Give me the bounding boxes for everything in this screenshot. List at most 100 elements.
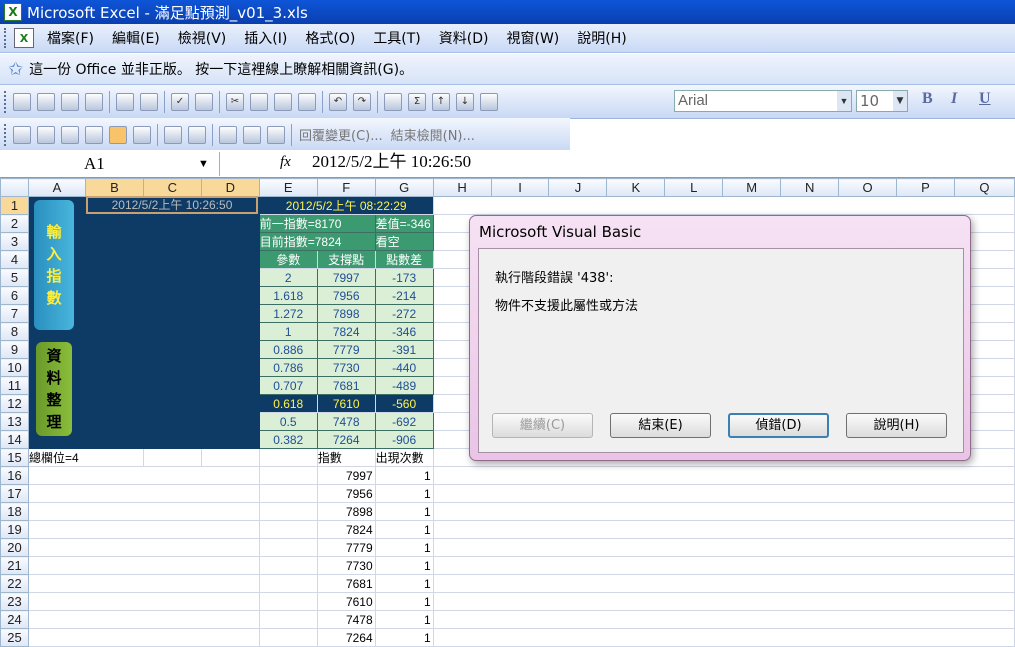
cell[interactable] bbox=[258, 502, 318, 521]
reviewing-icon-8[interactable] bbox=[188, 125, 206, 144]
cell[interactable]: 7779 bbox=[316, 340, 376, 359]
select-all-corner[interactable] bbox=[0, 178, 29, 197]
cell[interactable] bbox=[200, 448, 260, 467]
chevron-down-icon[interactable]: ▼ bbox=[893, 91, 907, 111]
sort-descending-icon[interactable]: ↓ bbox=[456, 92, 474, 111]
cell[interactable]: 7997 bbox=[316, 268, 376, 287]
underline-icon[interactable]: U bbox=[979, 90, 991, 108]
cell[interactable]: 1 bbox=[374, 610, 434, 629]
fx-icon[interactable]: fx bbox=[280, 154, 291, 171]
row-header[interactable]: 10 bbox=[0, 358, 29, 377]
reviewing-icon-5[interactable] bbox=[109, 125, 127, 144]
column-header[interactable]: F bbox=[316, 178, 376, 197]
cell[interactable] bbox=[27, 466, 260, 485]
cell[interactable] bbox=[258, 520, 318, 539]
reply-changes-button[interactable]: 回覆變更(C)... bbox=[299, 125, 383, 144]
column-header[interactable]: N bbox=[780, 178, 840, 197]
cell[interactable]: 1.272 bbox=[258, 304, 318, 323]
cell[interactable]: 7681 bbox=[316, 574, 376, 593]
row-header[interactable]: 12 bbox=[0, 394, 29, 413]
row-header[interactable]: 3 bbox=[0, 232, 29, 251]
cell[interactable]: 7898 bbox=[316, 502, 376, 521]
cell-count-header[interactable]: 出現次數 bbox=[374, 448, 434, 467]
cell[interactable] bbox=[258, 574, 318, 593]
cell-index-header[interactable]: 指數 bbox=[316, 448, 376, 467]
cell[interactable] bbox=[258, 628, 318, 647]
cell[interactable]: -440 bbox=[374, 358, 434, 377]
cell[interactable] bbox=[258, 538, 318, 557]
paste-icon[interactable] bbox=[274, 92, 292, 111]
cell[interactable]: 1 bbox=[374, 556, 434, 575]
open-icon[interactable] bbox=[37, 92, 55, 111]
cell[interactable]: 7956 bbox=[316, 286, 376, 305]
cell[interactable]: 7898 bbox=[316, 304, 376, 323]
row-header[interactable]: 25 bbox=[0, 628, 29, 647]
row-header[interactable]: 1 bbox=[0, 196, 29, 215]
cell[interactable]: -346 bbox=[374, 322, 434, 341]
row-header[interactable]: 23 bbox=[0, 592, 29, 611]
menu-file[interactable]: 檔案(F) bbox=[38, 28, 103, 48]
cell[interactable]: 1 bbox=[374, 592, 434, 611]
row-header[interactable]: 9 bbox=[0, 340, 29, 359]
name-box[interactable]: A1 ▼ bbox=[2, 152, 220, 176]
cell-trend[interactable]: 看空 bbox=[374, 232, 434, 251]
row-header[interactable]: 14 bbox=[0, 430, 29, 449]
reviewing-icon-3[interactable] bbox=[61, 125, 79, 144]
chevron-down-icon[interactable]: ▼ bbox=[198, 152, 209, 176]
cell[interactable]: 0.886 bbox=[258, 340, 318, 359]
cell[interactable] bbox=[27, 574, 260, 593]
cell[interactable] bbox=[258, 610, 318, 629]
row-header[interactable]: 2 bbox=[0, 214, 29, 233]
cell[interactable] bbox=[258, 448, 318, 467]
column-header[interactable]: M bbox=[722, 178, 782, 197]
cell[interactable] bbox=[432, 466, 1015, 485]
column-header[interactable]: K bbox=[606, 178, 666, 197]
cell[interactable]: 7730 bbox=[316, 358, 376, 377]
cell[interactable] bbox=[258, 466, 318, 485]
end-button[interactable]: 結束(E) bbox=[610, 413, 711, 438]
header-cell-support[interactable]: 支撐點 bbox=[316, 250, 376, 269]
cell[interactable]: 1 bbox=[258, 322, 318, 341]
cell[interactable]: 7264 bbox=[316, 628, 376, 647]
row-header[interactable]: 24 bbox=[0, 610, 29, 629]
row-header[interactable]: 17 bbox=[0, 484, 29, 503]
cell-diff[interactable]: 差值=-346 bbox=[374, 214, 434, 233]
cell[interactable]: 0.382 bbox=[258, 430, 318, 449]
cell[interactable] bbox=[432, 628, 1015, 647]
genuine-office-infobar[interactable]: ✩ 這一份 Office 並非正版。 按一下這裡線上瞭解相關資訊(G)。 bbox=[0, 54, 1015, 85]
column-header[interactable]: O bbox=[838, 178, 898, 197]
spelling-icon[interactable]: ✓ bbox=[171, 92, 189, 111]
cell[interactable] bbox=[27, 556, 260, 575]
cell[interactable] bbox=[432, 484, 1015, 503]
help-button[interactable]: 說明(H) bbox=[846, 413, 947, 438]
print-icon[interactable] bbox=[116, 92, 134, 111]
row-header[interactable]: 18 bbox=[0, 502, 29, 521]
font-name-select[interactable]: Arial ▼ bbox=[674, 90, 852, 112]
cell[interactable]: 7681 bbox=[316, 376, 376, 395]
row-header[interactable]: 13 bbox=[0, 412, 29, 431]
cell[interactable] bbox=[27, 592, 260, 611]
column-header[interactable]: C bbox=[142, 178, 202, 197]
cell[interactable] bbox=[27, 538, 260, 557]
cell[interactable]: 7956 bbox=[316, 484, 376, 503]
chart-wizard-icon[interactable] bbox=[480, 92, 498, 111]
cell-e1-time[interactable]: 2012/5/2上午 08:22:29 bbox=[258, 196, 434, 215]
cell[interactable]: 7610 bbox=[316, 592, 376, 611]
reviewing-icon-10[interactable] bbox=[243, 125, 261, 144]
cell-highlight[interactable]: -560 bbox=[374, 394, 434, 413]
menu-view[interactable]: 檢視(V) bbox=[169, 28, 236, 48]
menu-tools[interactable]: 工具(T) bbox=[364, 28, 429, 48]
menu-help[interactable]: 說明(H) bbox=[568, 28, 635, 48]
workbook-icon[interactable]: X bbox=[14, 28, 34, 48]
row-header[interactable]: 7 bbox=[0, 304, 29, 323]
cell[interactable]: 1 bbox=[374, 502, 434, 521]
column-header[interactable]: B bbox=[84, 178, 144, 197]
cell[interactable]: 1 bbox=[374, 466, 434, 485]
row-header[interactable]: 16 bbox=[0, 466, 29, 485]
input-index-button[interactable]: 輸 入 指 數 bbox=[34, 200, 74, 330]
font-size-select[interactable]: 10 ▼ bbox=[856, 90, 908, 112]
hyperlink-icon[interactable] bbox=[384, 92, 402, 111]
column-header[interactable]: A bbox=[27, 178, 86, 197]
research-icon[interactable] bbox=[195, 92, 213, 111]
cell[interactable]: 7824 bbox=[316, 322, 376, 341]
